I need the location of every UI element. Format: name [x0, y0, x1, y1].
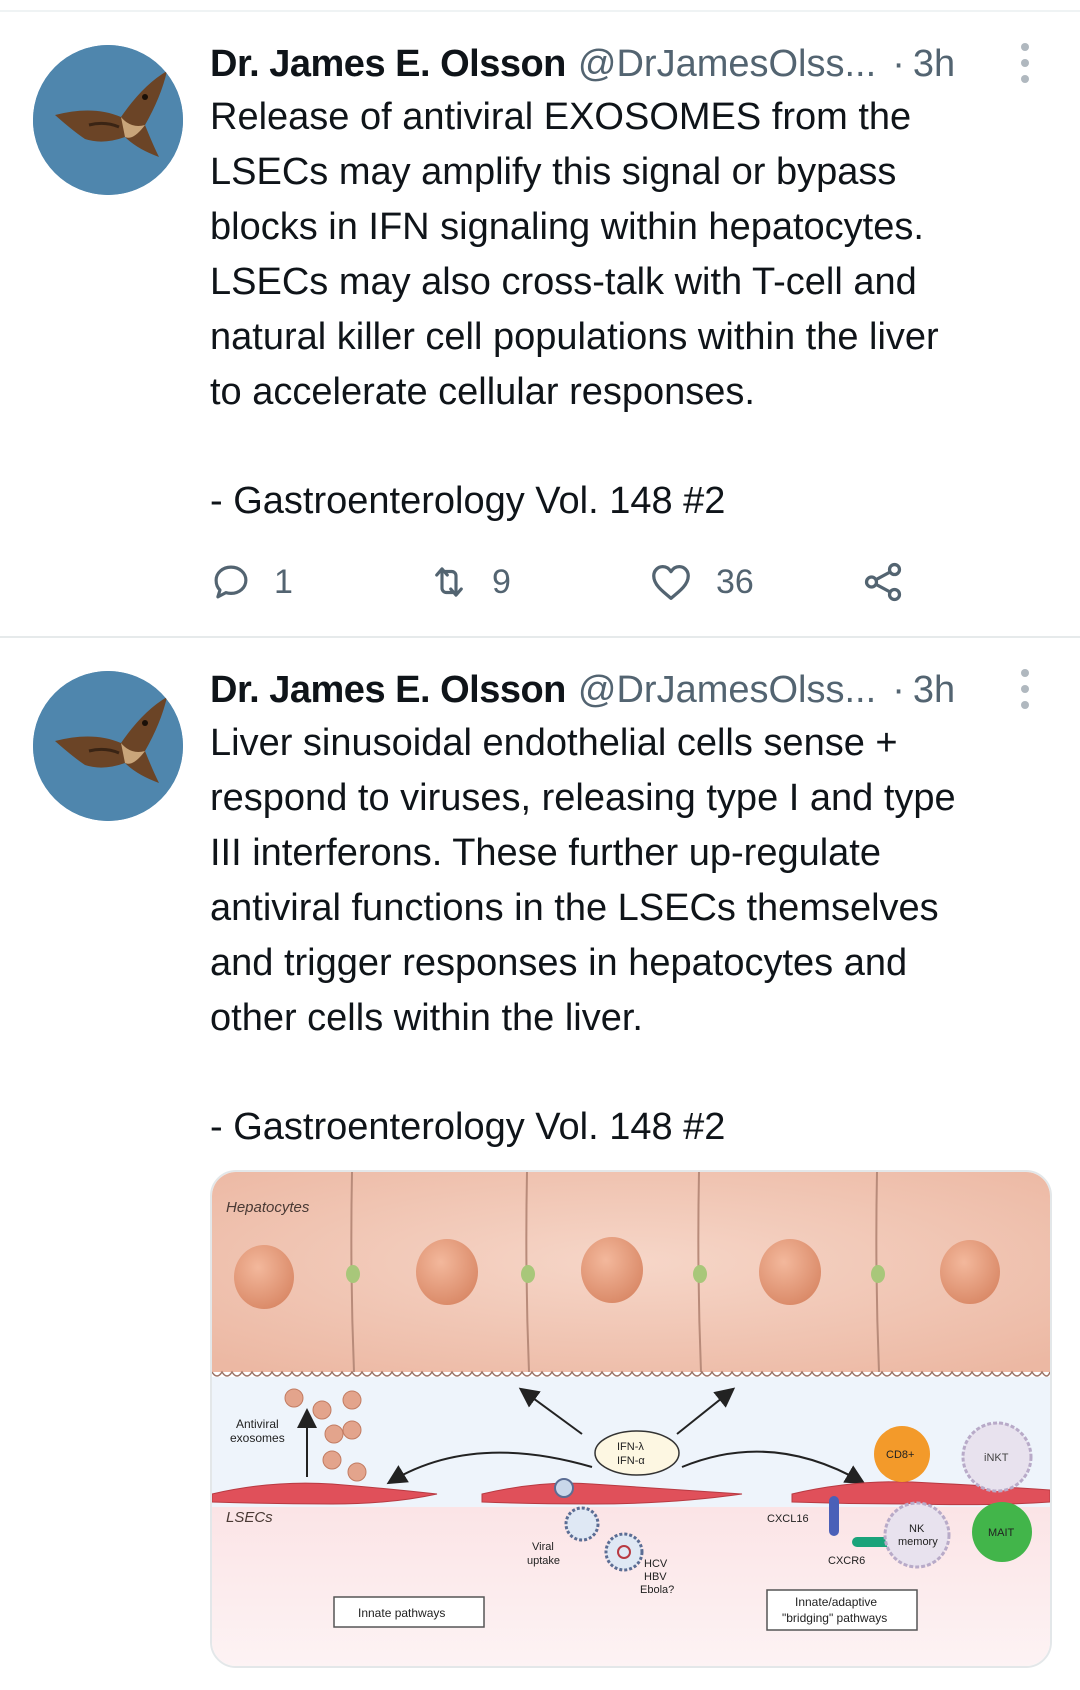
retweet-count: 9	[492, 562, 511, 601]
hawk-avatar-icon	[33, 45, 183, 195]
tweet-timestamp[interactable]: 3h	[913, 43, 955, 86]
tweet-text-line: Liver sinusoidal endothelial cells sense…	[210, 722, 898, 764]
tweet-citation: - Gastroenterology Vol. 148 #2	[210, 480, 726, 522]
exosomes-label: exosomes	[230, 1431, 285, 1445]
tweet-text-line: respond to viruses, releasing type I and…	[210, 777, 956, 819]
virus-particle	[564, 1506, 600, 1542]
ifn-bubble	[594, 1430, 680, 1476]
tweet-text-line: and trigger responses in hepatocytes and	[210, 942, 908, 984]
tweet-citation: - Gastroenterology Vol. 148 #2	[210, 1106, 726, 1148]
cxcr6-label: CXCR6	[828, 1555, 865, 1567]
like-count: 36	[716, 562, 754, 601]
tweet-text-line: III interferons. These further up-regula…	[210, 832, 881, 874]
hawk-avatar-icon	[33, 671, 183, 821]
tweet-body: Liver sinusoidal endothelial cells sense…	[210, 716, 1040, 1046]
tweet-text-line: Release of antiviral EXOSOMES from the	[210, 96, 912, 138]
author-handle[interactable]: @DrJamesOlss...	[578, 43, 876, 86]
tweet-header: Dr. James E. Olsson @DrJamesOlss... · 3h	[210, 666, 955, 714]
cxcl16-marker	[829, 1496, 839, 1536]
microvilli-border	[212, 1370, 1050, 1377]
more-options-icon[interactable]	[1018, 669, 1032, 709]
tweet-text-line: blocks in IFN signaling within hepatocyt…	[210, 206, 924, 248]
ifn-alpha-label: IFN-α	[617, 1455, 645, 1467]
cd8-label: CD8+	[886, 1449, 914, 1461]
like-button[interactable]: 36	[648, 557, 754, 607]
reply-icon	[214, 565, 248, 599]
ebola-label: Ebola?	[640, 1584, 674, 1596]
ifn-lambda-label: IFN-λ	[617, 1441, 644, 1453]
antiviral-label: Antiviral	[236, 1417, 279, 1431]
viral-label: Viral	[532, 1541, 554, 1553]
more-options-icon[interactable]	[1018, 43, 1032, 83]
heart-icon	[652, 565, 690, 600]
reply-count: 1	[274, 562, 293, 601]
tweet-actions: 1 9 36	[210, 557, 930, 607]
mait-label: MAIT	[988, 1527, 1015, 1539]
liver-diagram: Hepatocytes Antiviral exosomes IFN-λ IFN…	[212, 1172, 1050, 1666]
hcv-label: HCV	[644, 1558, 668, 1570]
author-avatar[interactable]	[33, 671, 183, 821]
tweet-header: Dr. James E. Olsson @DrJamesOlss... · 3h	[210, 40, 955, 88]
innate-pathways-label: Innate pathways	[358, 1606, 445, 1620]
cxcl16-label: CXCL16	[767, 1513, 809, 1525]
separator-dot: ·	[892, 668, 905, 711]
memory-label: memory	[898, 1536, 938, 1548]
hepatocytes-label: Hepatocytes	[226, 1199, 310, 1216]
author-name[interactable]: Dr. James E. Olsson	[210, 669, 566, 712]
tweet-timestamp[interactable]: 3h	[913, 669, 955, 712]
hbv-label: HBV	[644, 1571, 667, 1583]
author-name[interactable]: Dr. James E. Olsson	[210, 43, 566, 86]
tweet-text-line: other cells within the liver.	[210, 997, 643, 1039]
uptake-label: uptake	[527, 1555, 560, 1567]
tweet-text-line: LSECs may amplify this signal or bypass	[210, 151, 897, 193]
bridging-label-1: Innate/adaptive	[795, 1595, 877, 1609]
nk-label: NK	[909, 1523, 925, 1535]
bridging-label-2: "bridging" pathways	[782, 1611, 887, 1625]
tweet-media-image[interactable]: Hepatocytes Antiviral exosomes IFN-λ IFN…	[210, 1170, 1052, 1668]
author-avatar[interactable]	[33, 45, 183, 195]
virus-particle	[554, 1478, 574, 1498]
tweet-text-line: antiviral functions in the LSECs themsel…	[210, 887, 939, 929]
tweet-text-line: natural killer cell populations within t…	[210, 316, 939, 358]
lsecs-label: LSECs	[226, 1509, 273, 1526]
tweet-divider	[0, 636, 1080, 638]
inkt-label: iNKT	[984, 1452, 1009, 1464]
separator-dot: ·	[892, 42, 905, 85]
tweet-text-line: LSECs may also cross-talk with T-cell an…	[210, 261, 917, 303]
share-button[interactable]	[860, 557, 928, 607]
nk-memory-cell	[883, 1501, 951, 1569]
retweet-button[interactable]: 9	[428, 557, 511, 607]
virus-particle	[604, 1532, 644, 1572]
author-handle[interactable]: @DrJamesOlss...	[578, 669, 876, 712]
tweet-1[interactable]: Dr. James E. Olsson @DrJamesOlss... · 3h…	[0, 0, 1080, 640]
retweet-icon	[435, 567, 463, 597]
tweet-text-line: to accelerate cellular responses.	[210, 371, 755, 413]
tweet-body: Release of antiviral EXOSOMES from the L…	[210, 90, 1040, 420]
reply-button[interactable]: 1	[210, 557, 293, 607]
share-icon	[864, 562, 902, 602]
